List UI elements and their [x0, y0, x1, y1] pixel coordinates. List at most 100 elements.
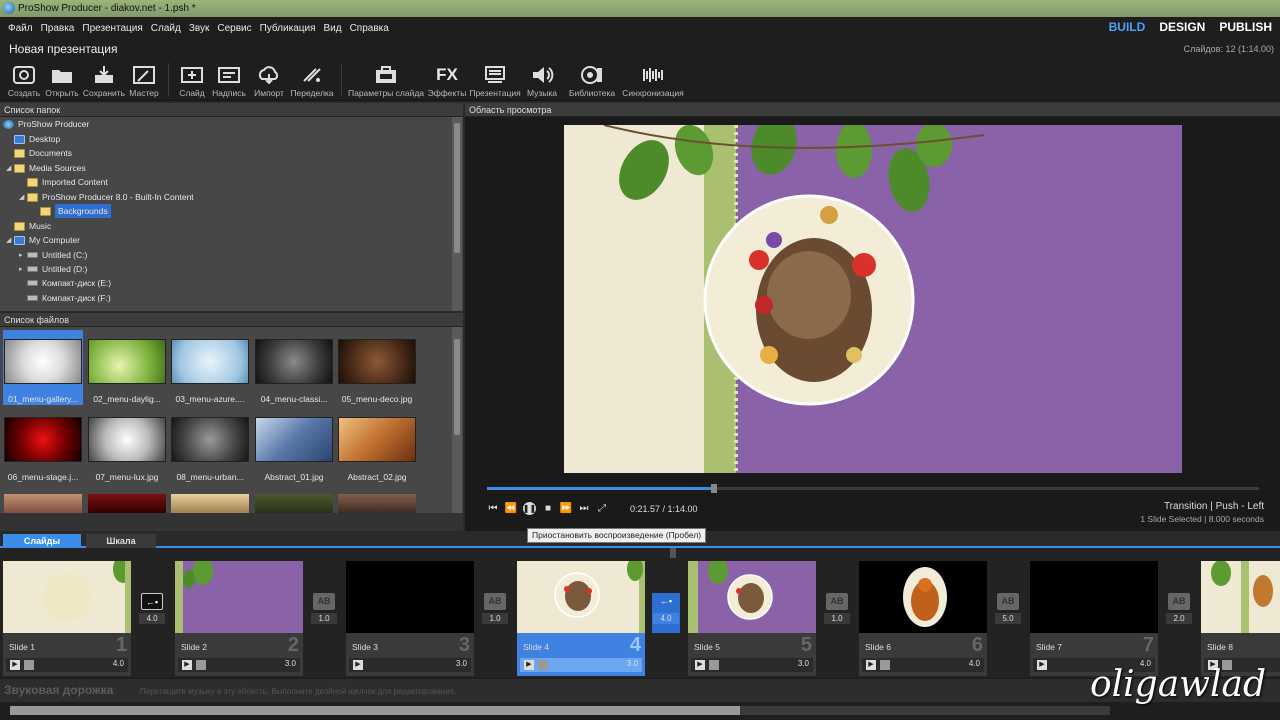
tree-item-drive-d[interactable]: Untitled (D:): [27, 262, 87, 276]
slide-item-selected[interactable]: Slide 4 4 ▶ 3.0: [517, 561, 645, 676]
scroll-thumb[interactable]: [10, 706, 740, 715]
file-thumb[interactable]: 01_menu-gallery...: [3, 330, 83, 405]
skip-end-icon[interactable]: ⏭: [578, 503, 590, 515]
slide-item[interactable]: Slide 5 5 ▶ 3.0: [688, 561, 816, 676]
layers-icon[interactable]: [538, 660, 548, 670]
layers-icon[interactable]: [24, 660, 34, 670]
play-icon[interactable]: ▶: [1037, 660, 1047, 670]
stop-icon[interactable]: ■: [542, 503, 554, 515]
transition-item[interactable]: AB 1.0: [310, 593, 338, 633]
menu-publish[interactable]: Публикация: [260, 23, 316, 34]
wizard-button[interactable]: Мастер: [126, 59, 162, 101]
caption-button[interactable]: Надпись: [209, 59, 249, 101]
slide-item[interactable]: Slide 2 2 ▶ 3.0: [175, 561, 303, 676]
tree-item-drive-f[interactable]: Компакт-диск (F:): [27, 291, 111, 305]
transition-item[interactable]: AB 2.0: [1165, 593, 1193, 633]
file-thumb[interactable]: 06_menu-stage.j...: [3, 408, 83, 483]
mode-build[interactable]: BUILD: [1109, 20, 1146, 34]
collapse-arrow-icon[interactable]: ◢: [19, 193, 24, 201]
fast-forward-icon[interactable]: ⏩: [560, 503, 572, 515]
tree-item-music[interactable]: Music: [14, 219, 51, 233]
scroll-thumb[interactable]: [454, 123, 460, 253]
slide-item[interactable]: Slide 1 1 ▶ 4.0: [3, 561, 131, 676]
tree-item-drive-e[interactable]: Компакт-диск (E:): [27, 276, 111, 290]
effects-button[interactable]: FX Эффекты: [424, 59, 470, 101]
layers-icon[interactable]: [709, 660, 719, 670]
skip-start-icon[interactable]: ⏮: [487, 503, 499, 515]
slide-item[interactable]: Slide 7 7 ▶ 4.0: [1030, 561, 1158, 676]
transition-item[interactable]: AB 1.0: [823, 593, 851, 633]
menu-view[interactable]: Вид: [323, 23, 341, 34]
menu-tools[interactable]: Сервис: [217, 23, 251, 34]
tab-slides[interactable]: Слайды: [3, 534, 81, 548]
play-icon[interactable]: ▶: [866, 660, 876, 670]
file-thumb[interactable]: 05_menu-deco.jpg: [337, 330, 417, 405]
play-icon[interactable]: ▶: [524, 660, 534, 670]
progress-knob[interactable]: [710, 484, 717, 493]
file-scrollbar[interactable]: [452, 327, 462, 513]
tree-item-media-sources[interactable]: Media Sources: [14, 161, 86, 175]
play-icon[interactable]: ▶: [182, 660, 192, 670]
tab-timeline[interactable]: Шкала: [86, 534, 156, 548]
pause-icon[interactable]: ❚❚: [523, 502, 536, 515]
play-icon[interactable]: ▶: [10, 660, 20, 670]
create-button[interactable]: Создать: [6, 59, 42, 101]
menu-help[interactable]: Справка: [350, 23, 389, 34]
show-options-button[interactable]: Презентация: [469, 59, 521, 101]
menu-file[interactable]: Файл: [8, 23, 33, 34]
rewind-icon[interactable]: ⏪: [505, 503, 517, 515]
tree-item-proshow[interactable]: ProShow Producer: [3, 117, 89, 131]
add-slide-button[interactable]: Слайд: [175, 59, 209, 101]
transition-item-selected[interactable]: ←▪ 4.0: [652, 593, 680, 633]
tree-item-desktop[interactable]: Desktop: [14, 132, 60, 146]
menu-edit[interactable]: Правка: [41, 23, 75, 34]
collapse-arrow-icon[interactable]: ◢: [6, 164, 11, 172]
layers-icon[interactable]: [880, 660, 890, 670]
layers-icon[interactable]: [196, 660, 206, 670]
tree-item-drive-c[interactable]: Untitled (C:): [27, 248, 87, 262]
transition-item[interactable]: AB 5.0: [994, 593, 1022, 633]
expand-arrow-icon[interactable]: ▸: [19, 251, 23, 259]
folder-scrollbar[interactable]: [452, 117, 462, 311]
menu-show[interactable]: Презентация: [82, 23, 142, 34]
remix-button[interactable]: Переделка: [289, 59, 335, 101]
sync-button[interactable]: Синхронизация: [620, 59, 686, 101]
fullscreen-icon[interactable]: ⤢: [596, 503, 608, 515]
file-thumb[interactable]: 07_menu-lux.jpg: [87, 408, 167, 483]
transition-item[interactable]: AB 1.0: [481, 593, 509, 633]
play-icon[interactable]: ▶: [695, 660, 705, 670]
slide-item[interactable]: Slide 8 ▶: [1201, 561, 1280, 676]
file-thumb[interactable]: 03_menu-azure....: [170, 330, 250, 405]
tree-item-documents[interactable]: Documents: [14, 146, 72, 160]
slide-item[interactable]: Slide 6 6 ▶ 4.0: [859, 561, 987, 676]
expand-arrow-icon[interactable]: ▸: [19, 265, 23, 273]
transition-item[interactable]: ←▪ 4.0: [138, 593, 166, 633]
soundtrack[interactable]: Звуковая дорожка Перетащите музыку в эту…: [0, 678, 1280, 702]
file-thumb[interactable]: 08_menu-urban...: [170, 408, 250, 483]
tree-item-builtin-content[interactable]: ProShow Producer 8.0 - Built-In Content: [27, 190, 194, 204]
file-thumb[interactable]: Abstract_02.jpg: [337, 408, 417, 483]
tree-item-backgrounds[interactable]: Backgrounds: [40, 204, 111, 218]
library-button[interactable]: Библиотека: [564, 59, 620, 101]
slide-options-button[interactable]: Параметры слайда: [348, 59, 424, 101]
music-button[interactable]: Музыка: [520, 59, 564, 101]
play-icon[interactable]: ▶: [353, 660, 363, 670]
menu-audio[interactable]: Звук: [189, 23, 210, 34]
file-thumb[interactable]: Abstract_01.jpg: [254, 408, 334, 483]
slides-scrollbar[interactable]: [0, 702, 1280, 720]
file-thumb[interactable]: 04_menu-classi...: [254, 330, 334, 405]
open-button[interactable]: Открыть: [42, 59, 82, 101]
slide-item[interactable]: Slide 3 3 ▶ 3.0: [346, 561, 474, 676]
menu-slide[interactable]: Слайд: [151, 23, 181, 34]
tree-item-my-computer[interactable]: My Computer: [14, 233, 80, 247]
transition-name[interactable]: Push - Left: [1216, 501, 1264, 512]
scroll-thumb[interactable]: [454, 339, 460, 435]
mode-design[interactable]: DESIGN: [1159, 20, 1205, 34]
file-thumb[interactable]: 02_menu-daylig...: [87, 330, 167, 405]
collapse-arrow-icon[interactable]: ◢: [6, 236, 11, 244]
save-button[interactable]: Сохранить: [82, 59, 126, 101]
playback-progress[interactable]: [487, 484, 1259, 493]
tree-item-imported-content[interactable]: Imported Content: [27, 175, 108, 189]
import-button[interactable]: Импорт: [249, 59, 289, 101]
mode-publish[interactable]: PUBLISH: [1219, 20, 1272, 34]
